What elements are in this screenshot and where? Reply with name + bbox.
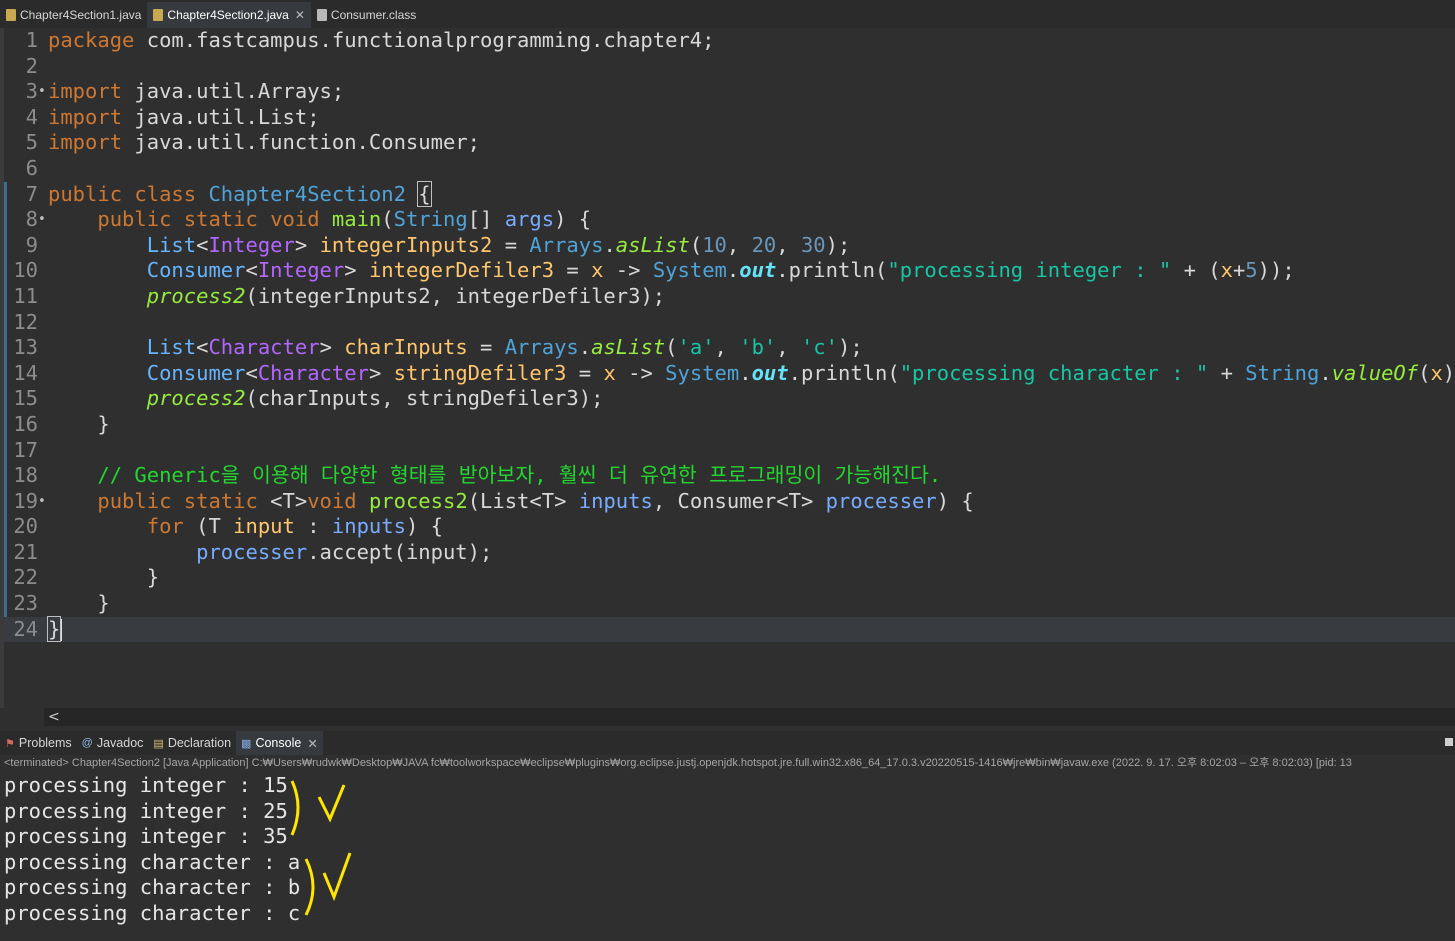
code-line: 21 processer.accept(input);: [4, 539, 1455, 566]
line-number: 14: [13, 360, 38, 385]
console-icon: ▩: [241, 737, 252, 750]
annotation-bracket: [304, 858, 315, 916]
code-line: 7 public class Chapter4Section2 {: [4, 180, 1455, 208]
fold-marker[interactable]: •: [38, 207, 48, 233]
code-line: 2: [4, 54, 1455, 80]
fold-marker[interactable]: •: [38, 79, 48, 105]
tab-chapter4section1[interactable]: Chapter4Section1.java: [0, 2, 147, 28]
tab-label: Chapter4Section1.java: [20, 8, 142, 22]
problems-icon: ⚑: [5, 737, 15, 750]
console-output[interactable]: processing integer : 15 processing integ…: [4, 773, 1455, 941]
line-number: 5: [25, 130, 38, 155]
line-number: 1: [25, 28, 38, 52]
code-line: 1 package com.fastcampus.functionalprogra…: [4, 28, 1455, 54]
code-line: 6: [4, 156, 1455, 182]
code-line: 8• public static void main(String[] args…: [4, 207, 1455, 233]
close-icon[interactable]: ✕: [307, 736, 317, 751]
code-line: 23 }: [4, 591, 1455, 617]
line-number: 12: [13, 309, 38, 334]
current-code-line: 24}: [4, 615, 1455, 643]
code-line: 13 List<Character> charInputs = Arrays.a…: [4, 335, 1455, 361]
line-number: 6: [25, 155, 38, 180]
code-text[interactable]: 1 package com.fastcampus.functionalprogra…: [4, 28, 1455, 643]
code-line: 12: [4, 309, 1455, 336]
tab-label: Problems: [18, 736, 72, 750]
line-number: 3: [25, 79, 38, 104]
code-line: 11 process2(integerInputs2, integerDefil…: [4, 283, 1455, 310]
line-number: 20: [13, 514, 38, 539]
fold-marker[interactable]: •: [38, 489, 48, 515]
code-line: 9 List<Integer> integerInputs2 = Arrays.…: [4, 232, 1455, 259]
line-number: 22: [13, 565, 38, 590]
code-line: 3• import java.util.Arrays;: [4, 79, 1455, 105]
line-number: 7: [25, 181, 38, 206]
code-line: 18 // Generic을 이용해 다양한 형태를 받아보자, 훨씬 더 유연…: [4, 463, 1455, 489]
code-line: 17: [4, 437, 1455, 464]
class-file-icon: [316, 9, 327, 21]
line-number: 16: [13, 411, 38, 436]
tab-label: Chapter4Section2.java: [167, 8, 289, 22]
code-line: 14 Consumer<Character> stringDefiler3 = …: [4, 360, 1455, 387]
tab-console[interactable]: ▩ Console ✕: [236, 731, 323, 755]
java-file-icon: [153, 9, 164, 21]
close-icon[interactable]: ✕: [295, 8, 305, 22]
tab-chapter4section2[interactable]: Chapter4Section2.java ✕: [147, 2, 311, 28]
line-number: 4: [25, 104, 38, 129]
horizontal-scrollbar[interactable]: <: [44, 708, 1455, 726]
line-number: 23: [13, 591, 38, 616]
line-number: 10: [13, 258, 38, 283]
code-editor[interactable]: 1 package com.fastcampus.functionalprogra…: [0, 28, 1455, 708]
checkmark-icon: [317, 784, 346, 823]
line-number: 9: [25, 232, 38, 257]
code-line: 15 process2(charInputs, stringDefiler3);: [4, 386, 1455, 412]
code-line: 22 }: [4, 565, 1455, 591]
console-status: <terminated> Chapter4Section2 [Java Appl…: [4, 757, 1352, 769]
java-file-icon: [6, 9, 16, 21]
code-line: 20 for (T input : inputs) {: [4, 514, 1455, 540]
matching-brace: }: [46, 615, 62, 642]
matching-brace: {: [417, 180, 432, 207]
tab-label: Consumer.class: [330, 8, 417, 22]
code-line: 10 Consumer<Integer> integerDefiler3 = x…: [4, 258, 1455, 284]
checkmark-icon: [322, 852, 352, 902]
scroll-left-icon[interactable]: <: [48, 708, 60, 726]
code-line: 19• public static <T>void process2(List<…: [4, 488, 1455, 515]
tab-consumer-class[interactable]: Consumer.class: [311, 2, 422, 28]
line-number: 13: [13, 335, 38, 360]
line-number: 17: [13, 437, 38, 462]
line-number: 15: [13, 386, 38, 411]
line-number: 24: [13, 616, 38, 641]
tab-declaration[interactable]: ▤ Declaration: [148, 731, 236, 755]
handwritten-annotation: [290, 780, 352, 916]
javadoc-icon: @: [81, 737, 93, 749]
line-number: 2: [25, 53, 38, 78]
tab-label: Console: [255, 736, 302, 750]
line-number: 18: [13, 463, 38, 488]
tab-label: Javadoc: [96, 736, 144, 750]
tab-label: Declaration: [167, 736, 232, 750]
code-comment: // Generic을 이용해 다양한 형태를 받아보자, 훨씬 더 유연한 프…: [97, 463, 942, 488]
code-line: 16 }: [4, 411, 1455, 438]
minimize-icon[interactable]: [1445, 738, 1453, 746]
annotation-bracket: [290, 780, 300, 836]
tab-javadoc[interactable]: @ Javadoc: [77, 731, 149, 755]
declaration-icon: ▤: [153, 737, 164, 750]
code-line: 5 import java.util.function.Consumer;: [4, 130, 1455, 156]
code-line: 4 import java.util.List;: [4, 105, 1455, 131]
view-tab-bar: ⚑ Problems @ Javadoc ▤ Declaration ▩ Console…: [0, 731, 1455, 755]
text-cursor: [60, 618, 63, 641]
line-number: 19: [13, 488, 38, 513]
line-number: 21: [13, 539, 38, 564]
editor-tab-bar: Chapter4Section1.java Chapter4Section2.j…: [0, 0, 1455, 28]
line-number: 8: [25, 207, 38, 232]
tab-problems[interactable]: ⚑ Problems: [0, 731, 77, 755]
line-number: 11: [13, 283, 38, 308]
